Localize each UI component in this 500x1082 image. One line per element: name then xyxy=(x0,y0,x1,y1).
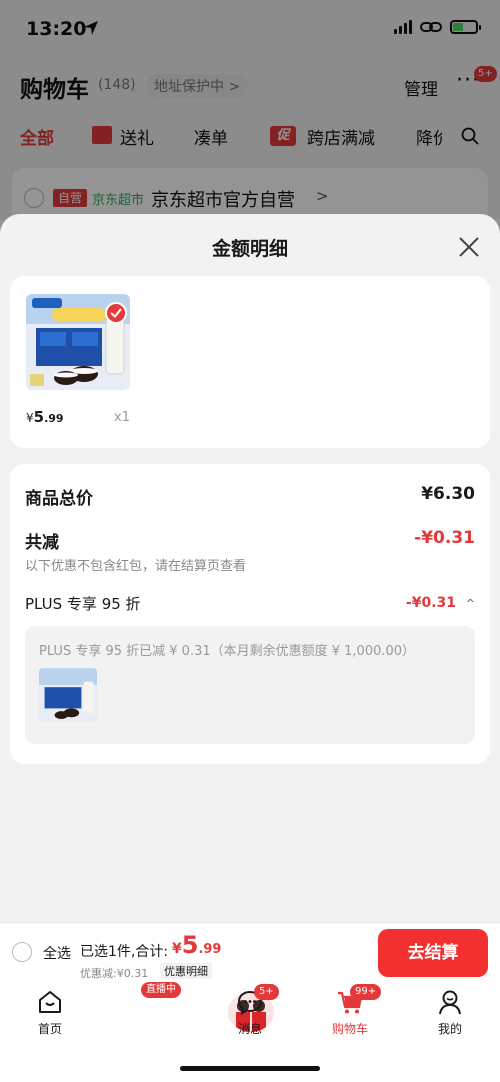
reduce-value: -¥0.31 xyxy=(414,528,475,548)
reduce-label: 共减 xyxy=(25,533,59,553)
tab-live[interactable]: 直播中 xyxy=(100,982,274,1042)
plus-discount-label[interactable]: PLUS 专享 95 折 xyxy=(25,593,141,614)
discount-amount: 优惠减:¥0.31 xyxy=(80,967,149,980)
chevron-up-icon[interactable]: ^ xyxy=(466,597,475,610)
checkout-button[interactable]: 去结算 xyxy=(378,929,488,977)
close-icon[interactable] xyxy=(458,236,480,258)
tab-messages[interactable]: 5+ 消息 xyxy=(200,982,300,1042)
cart-badge: 99+ xyxy=(350,984,382,1000)
profile-icon xyxy=(439,990,461,1015)
price-detail-card: 商品总价 ¥6.30 共减 -¥0.31 以下优惠不包含红包，请在结算页查看 P… xyxy=(10,464,490,764)
tab-cart[interactable]: 99+ 购物车 xyxy=(300,982,400,1042)
product-quantity: x1 xyxy=(114,410,130,425)
discount-detail-link[interactable]: 优惠明细 xyxy=(160,963,212,979)
selected-count: 已选1件,合计: xyxy=(80,944,169,960)
plus-discount-detail: PLUS 专享 95 折已减 ¥ 0.31（本月剩余优惠额度 ¥ 1,000.0… xyxy=(25,626,475,744)
product-card: ¥5.99 x1 xyxy=(10,276,490,448)
home-indicator xyxy=(180,1066,320,1071)
plus-discount-desc: PLUS 专享 95 折已减 ¥ 0.31（本月剩余优惠额度 ¥ 1,000.0… xyxy=(39,644,416,659)
tab-profile-label: 我的 xyxy=(437,1022,462,1036)
settlement-bar: 全选 已选1件,合计: ¥5.99 优惠减:¥0.31 优惠明细 去结算 xyxy=(0,922,500,982)
tab-profile[interactable]: 我的 xyxy=(400,982,500,1042)
tab-cart-label: 购物车 xyxy=(331,1022,368,1036)
tab-home-label: 首页 xyxy=(37,1022,62,1036)
total-price-value: ¥6.30 xyxy=(421,484,475,504)
product-checked-icon[interactable] xyxy=(105,302,127,324)
sheet-title: 金额明细 xyxy=(211,238,288,260)
discount-note: 以下优惠不包含红包，请在结算页查看 xyxy=(25,559,247,574)
total-amount: ¥5.99 xyxy=(172,931,222,959)
product-thumbnail xyxy=(39,668,97,722)
select-all-radio[interactable] xyxy=(12,942,32,962)
live-badge: 直播中 xyxy=(141,982,181,998)
amount-detail-sheet: 金额明细 ¥5.99 x1 商品总价 ¥6.30 共减 -¥0.31 以下优惠不… xyxy=(0,214,500,926)
total-price-label: 商品总价 xyxy=(25,489,93,509)
messages-badge: 5+ xyxy=(254,984,279,1000)
plus-discount-value[interactable]: -¥0.31 xyxy=(406,595,456,611)
product-price: ¥5.99 xyxy=(26,408,64,426)
tab-messages-label: 消息 xyxy=(237,1022,262,1036)
select-all-label[interactable]: 全选 xyxy=(43,943,71,963)
tab-home[interactable]: 首页 xyxy=(0,982,100,1042)
home-icon xyxy=(39,991,61,1013)
